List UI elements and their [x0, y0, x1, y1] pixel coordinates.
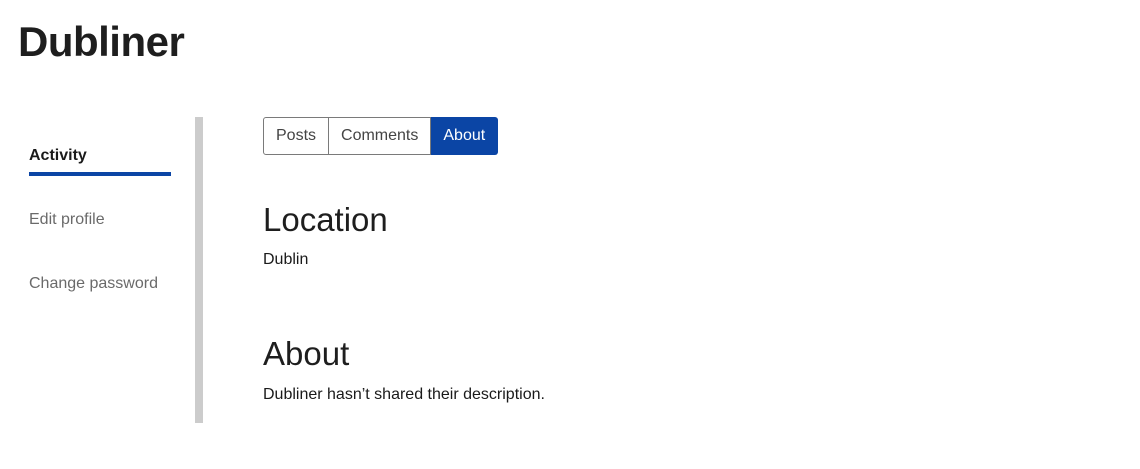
tab-posts[interactable]: Posts: [263, 117, 330, 155]
tab-comments[interactable]: Comments: [329, 117, 432, 155]
page-title: Dubliner: [18, 18, 185, 65]
tab-about[interactable]: About: [431, 117, 499, 155]
location-heading: Location: [263, 201, 388, 238]
sidebar-item-change-password[interactable]: Change password: [29, 274, 158, 294]
active-indicator: [29, 172, 171, 176]
sidebar-item-activity[interactable]: Activity: [29, 146, 87, 166]
about-description: Dubliner hasn’t shared their description…: [263, 386, 545, 403]
sidebar-divider: [195, 117, 203, 423]
activity-tabs: Posts Comments About: [263, 117, 499, 155]
sidebar-item-edit-profile[interactable]: Edit profile: [29, 210, 105, 230]
location-value: Dublin: [263, 251, 309, 268]
profile-sidebar: Activity Edit profile Change password: [0, 117, 196, 423]
about-heading: About: [263, 335, 350, 372]
